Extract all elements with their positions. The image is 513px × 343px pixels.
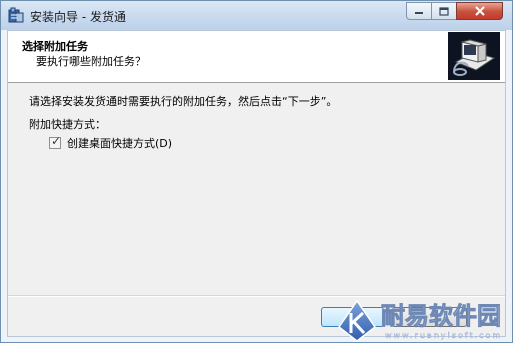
close-button[interactable] (456, 2, 503, 20)
minimize-icon (415, 12, 423, 14)
window-title: 安装向导 - 发货通 (30, 10, 126, 24)
shortcut-group-label: 附加快捷方式： (29, 118, 106, 131)
installer-window: 安装向导 - 发货通 选择附加任务 要执行哪些附加任务？ 请选择安装发货通时需要… (0, 0, 513, 343)
footer-separator (8, 295, 505, 297)
desktop-shortcut-checkbox[interactable]: ✓ (49, 133, 62, 149)
wizard-header: 选择附加任务 要执行哪些附加任务？ (8, 31, 505, 83)
close-icon (474, 6, 485, 16)
checkmark-icon: ✓ (51, 133, 62, 148)
computer-box-icon (448, 32, 500, 80)
page-title: 选择附加任务 (22, 40, 88, 53)
desktop-shortcut-option[interactable]: ✓ 创建桌面快捷方式(D) (49, 133, 172, 151)
maximize-button[interactable] (431, 2, 457, 20)
maximize-icon (439, 6, 449, 16)
wizard-body: 选择附加任务 要执行哪些附加任务？ 请选择安装发货通时需要执行的附加任务，然后点… (7, 30, 506, 337)
desktop-shortcut-label[interactable]: 创建桌面快捷方式(D) (67, 135, 172, 151)
next-button[interactable] (321, 307, 384, 327)
page-subtitle: 要执行哪些附加任务？ (36, 55, 146, 68)
cancel-button[interactable] (392, 307, 467, 327)
title-bar[interactable]: 安装向导 - 发货通 (1, 1, 512, 30)
minimize-button[interactable] (406, 2, 432, 20)
instruction-text: 请选择安装发货通时需要执行的附加任务，然后点击“下一步”。 (29, 95, 338, 108)
installer-app-icon (8, 7, 24, 23)
